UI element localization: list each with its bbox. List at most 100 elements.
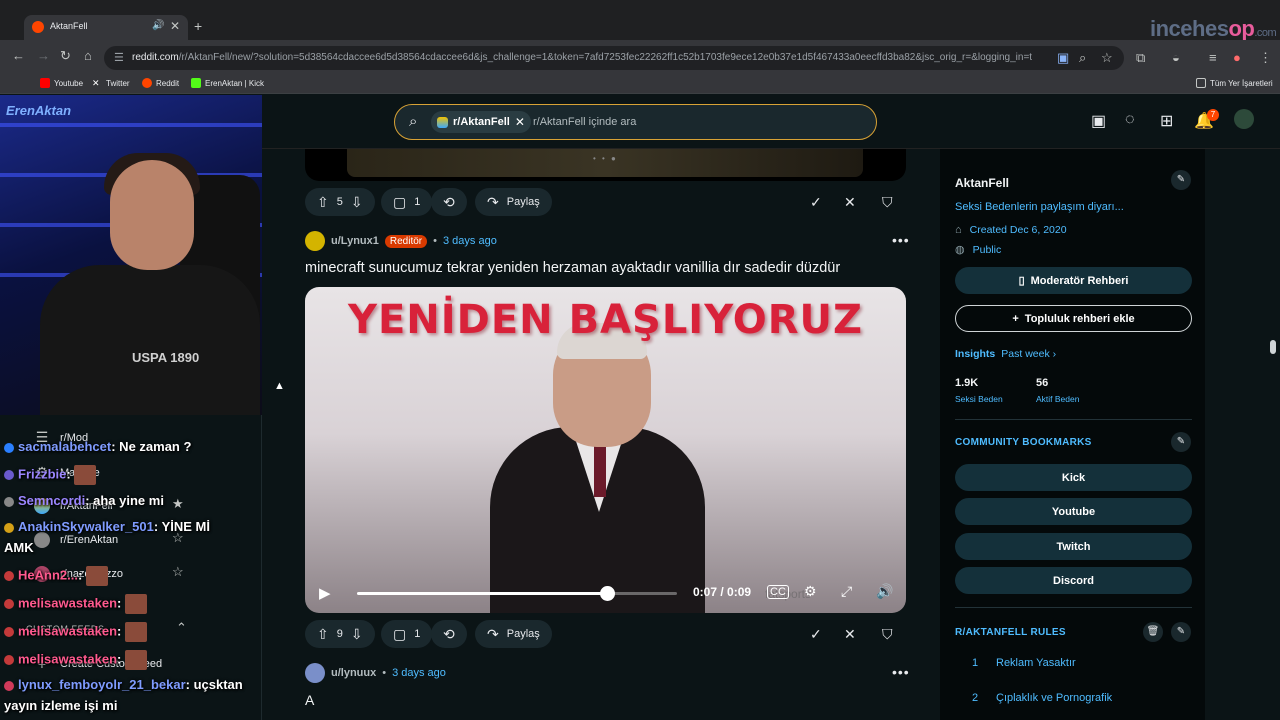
volume-icon[interactable]: 🔊 [876,583,893,600]
profile-avatar-icon[interactable]: ● [1233,50,1241,65]
bookmark-discord-button[interactable]: Discord [955,567,1192,594]
insights-link[interactable]: Insights Past week › [955,348,1056,360]
post-author[interactable]: u/Lynux1 [331,235,379,247]
search-scope-chip[interactable]: r/AktanFell ✕ [431,111,531,133]
user-avatar[interactable] [1234,109,1254,129]
share-button[interactable]: ↷ Paylaş [475,620,552,648]
seek-knob[interactable] [600,586,615,601]
x-icon: ✕ [92,78,100,88]
chat-message: melisawastaken: [4,594,147,614]
favorite-star-icon[interactable]: ☆ [172,564,184,580]
add-guide-button[interactable]: + Topluluk rehberi ekle [955,305,1192,332]
remove-x-icon[interactable]: ✕ [844,194,856,211]
downvote-icon[interactable]: ⇩ [351,194,363,211]
globe-icon: ◍ [955,244,965,256]
close-tab-icon[interactable]: ✕ [170,19,180,33]
carousel-dots[interactable]: • • ● [593,154,618,163]
bookmark-youtube-button[interactable]: Youtube [955,498,1192,525]
incognito-icon[interactable]: ◒ [1172,50,1180,65]
vote-control[interactable]: ⇧ 9 ⇩ [305,620,375,648]
post-meta: u/Lynux1 Reditör • 3 days ago [305,231,497,251]
forward-icon[interactable]: → [37,48,50,63]
mod-shield-icon[interactable]: ⛉ [882,626,893,643]
post-title[interactable]: A [305,692,314,708]
favorite-star-icon[interactable]: ★ [172,496,184,512]
back-icon[interactable]: ← [12,48,25,63]
post-actions: ⇧ 9 ⇩ ▢ 1 ⟲ ↷ Paylaş ✓ ✕ ⛉ [305,620,905,648]
video-player[interactable]: YENİDEN BAŞLIYORUZ fatsports ▶ 0:07 / 0:… [305,287,906,613]
plus-icon: + [1012,312,1019,325]
video-overlay-text: YENİDEN BAŞLIYORUZ [347,297,864,343]
page-scrollbar[interactable] [1270,340,1276,354]
seek-bar-played[interactable] [357,592,607,595]
upvote-icon[interactable]: ⇧ [317,194,329,211]
captions-icon[interactable]: CC [767,585,789,599]
clear-scope-icon[interactable]: ✕ [515,115,525,129]
extensions-icon[interactable]: ⧉ [1136,50,1145,66]
downvote-icon[interactable]: ⇩ [351,626,363,643]
settings-gear-icon[interactable]: ⚙ [804,583,817,600]
vote-control[interactable]: ⇧ 5 ⇩ [305,188,375,216]
upvote-icon[interactable]: ⇧ [317,626,329,643]
bookmark-kick-button[interactable]: Kick [955,464,1192,491]
search-bar[interactable]: ⌕ r/AktanFell ✕ r/AktanFell içinde ara [394,104,877,140]
share-button[interactable]: ↷ Paylaş [475,188,552,216]
edit-pencil-icon[interactable]: ✎ [1171,170,1191,190]
post-author[interactable]: u/lynuux [331,667,376,679]
comments-button[interactable]: ▢ 1 [381,188,433,216]
comments-button[interactable]: ▢ 1 [381,620,433,648]
media-control-icon[interactable]: ≡ [1209,50,1217,65]
chat-message: HeAnn2...: [4,566,108,586]
remove-x-icon[interactable]: ✕ [844,626,856,643]
play-icon[interactable]: ▶ [319,584,331,602]
edit-pencil-icon[interactable]: ✎ [1171,432,1191,452]
approve-check-icon[interactable]: ✓ [810,626,822,643]
ads-icon[interactable]: ▣ [1091,111,1106,131]
visibility: ◍ Public [955,243,1002,257]
crosspost-button[interactable]: ⟲ [431,620,467,648]
all-bookmarks[interactable]: Tüm Yer İşaretleri [1196,78,1273,88]
post-overflow-menu-icon[interactable]: ••• [892,664,910,680]
rule-item[interactable]: 1 Reklam Yasaktır [972,657,1076,669]
rule-item[interactable]: 2 Çıplaklık ve Pornografik [972,692,1112,704]
site-info-icon[interactable]: ☰ [114,51,124,64]
mod-shield-icon[interactable]: ⛉ [882,194,893,211]
bookmark-twitter[interactable]: ✕ Twitter [92,78,130,88]
fullscreen-icon[interactable]: ⤢ [841,583,852,600]
audio-playing-icon[interactable]: 🔊 [152,20,164,31]
home-icon[interactable]: ⌂ [84,48,92,63]
zoom-icon[interactable]: ⌕ [1079,50,1086,66]
chat-message: Frizzbie: [4,465,97,485]
chat-message: AnakinSkywalker_501: YİNE Mİ [4,519,210,534]
bookmark-youtube[interactable]: Youtube [40,78,83,88]
post-overflow-menu-icon[interactable]: ••• [892,232,910,248]
bookmark-twitch-button[interactable]: Twitch [955,533,1192,560]
bookmark-reddit[interactable]: Reddit [142,78,179,88]
user-avatar[interactable] [305,663,325,683]
delete-trash-icon[interactable]: 🗑 [1143,622,1163,642]
bookmark-star-icon[interactable]: ☆ [1101,50,1113,66]
post-title[interactable]: minecraft sunucumuz tekrar yeniden herza… [305,260,840,276]
edit-pencil-icon[interactable]: ✎ [1171,622,1191,642]
chat-message: sacmalabehcet: Ne zaman ? [4,439,191,454]
tab-title: AktanFell [50,21,88,31]
reload-icon[interactable]: ↻ [60,48,71,64]
new-tab-icon[interactable]: + [194,18,202,34]
bookmark-kick[interactable]: ErenAktan | Kick [191,78,264,88]
nav-community-erenaktan[interactable]: r/ErenAktan [34,532,118,548]
crosspost-button[interactable]: ⟲ [431,188,467,216]
mod-guide-button[interactable]: ▯ Moderatör Rehberi [955,267,1192,294]
collapse-chevron-icon[interactable]: ⌃ [176,620,187,636]
seek-bar-remaining[interactable] [607,592,677,595]
approve-check-icon[interactable]: ✓ [810,194,822,211]
browser-menu-icon[interactable]: ⋮ [1259,50,1272,66]
search-input[interactable]: r/AktanFell içinde ara [533,116,636,128]
create-post-icon[interactable]: ⊞ [1160,111,1173,131]
chat-icon[interactable]: ◌ [1125,111,1135,129]
bookmarks-title: COMMUNITY BOOKMARKS [955,437,1092,448]
address-bar[interactable]: ☰ reddit.com/r/AktanFell/new/?solution=5… [104,46,1124,70]
user-avatar[interactable] [305,231,325,251]
browser-tab[interactable]: AktanFell 🔊 ✕ [24,15,188,40]
divider [955,607,1192,608]
translate-icon[interactable]: ▣ [1057,50,1069,66]
